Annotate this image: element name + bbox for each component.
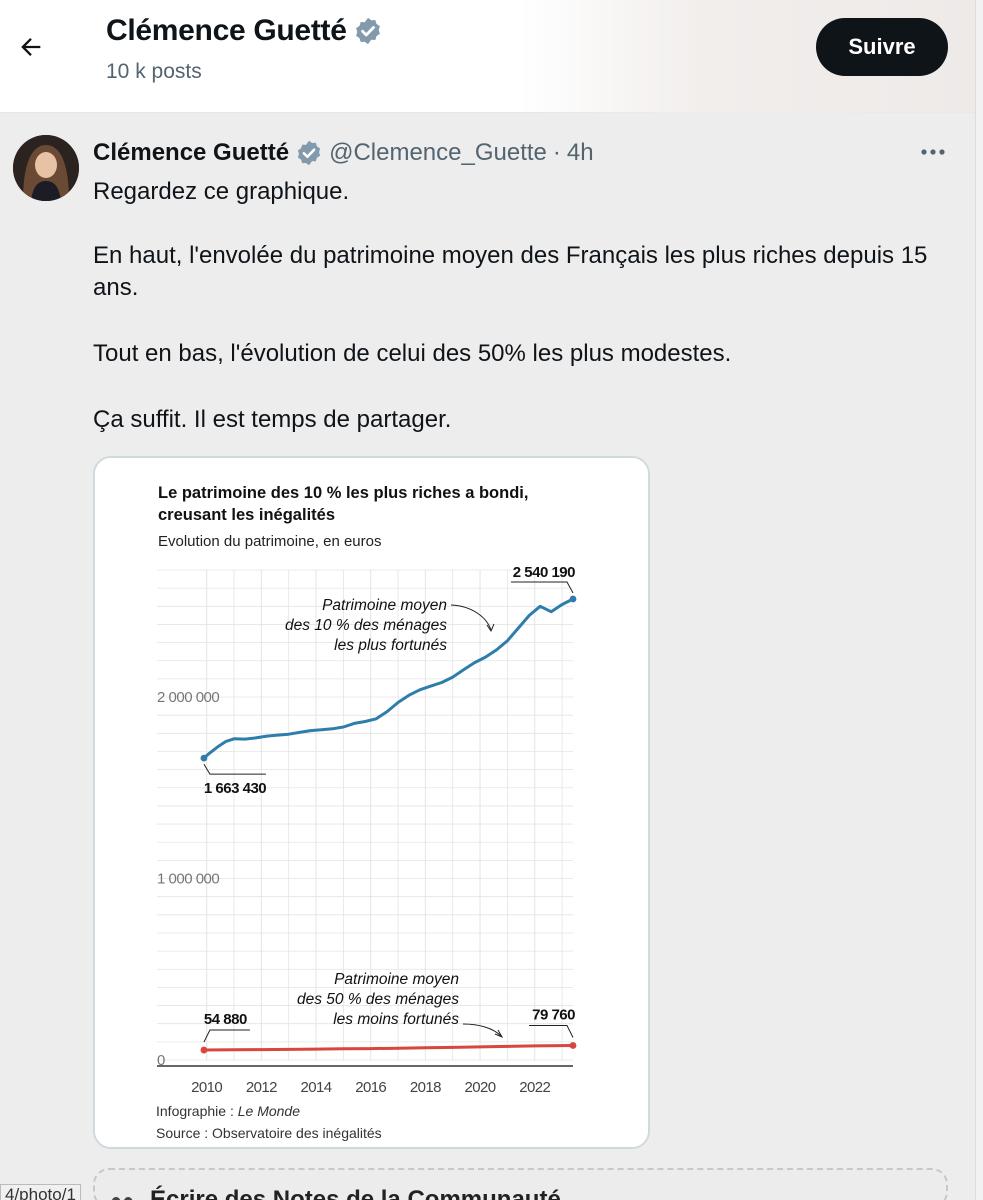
x-tick-label: 2012 [246,1079,277,1096]
series-name-label-bottom: les moins fortunés [333,1011,459,1028]
x-tick-label: 2020 [465,1079,496,1096]
tweet-header: Clémence Guetté @Clemence_Guette · 4h [93,136,594,170]
value-label-top-start: 1 663 430 [204,780,266,797]
y-tick-label: 0 [157,1052,165,1069]
community-notes-label: Écrire des Notes de la Communauté [150,1186,561,1200]
series-end-point [569,1042,577,1049]
chart-source: Source : Observatoire des inégalités [156,1125,382,1141]
chart-title-line-1: Le patrimoine des 10 % les plus riches a… [158,484,528,502]
tweet-paragraph: Ça suffit. Il est temps de partager. [93,406,452,433]
chart-credit-source: Le Monde [238,1103,300,1119]
series-start-point [200,1046,208,1054]
x-tick-label: 2018 [410,1079,441,1096]
tweet-paragraph: En haut, l'envolée du patrimoine moyen d… [93,242,928,301]
status-url-hint: 4/photo/1 [0,1184,81,1200]
y-tick-label: 2 000 000 [157,689,219,706]
chart-credit-prefix: Infographie : [156,1103,238,1119]
header-title-text: Clémence Guetté [106,14,347,47]
chart-credit: Infographie : Le Monde [156,1103,300,1119]
y-tick-label: 1 000 000 [157,871,219,888]
verified-badge-icon [297,140,321,166]
series-name-label-bottom: des 50 % des ménages [297,991,459,1008]
x-tick-label: 2010 [191,1079,222,1096]
x-tick-label: 2016 [355,1079,386,1096]
tweet-timestamp[interactable]: 4h [567,139,594,167]
author-name[interactable]: Clémence Guetté [93,139,289,167]
scrollbar[interactable] [975,0,983,1200]
more-dots-icon [921,149,945,155]
x-tick-label: 2014 [301,1079,332,1096]
profile-header: Clémence Guetté 10 k posts Suivre [0,0,975,113]
arrow-left-icon [21,38,41,56]
back-button[interactable] [12,28,50,66]
series-name-label-top: des 10 % des ménages [285,617,447,634]
avatar[interactable] [13,135,79,201]
chart-subtitle: Evolution du patrimoine, en euros [158,533,381,550]
chart: Le patrimoine des 10 % les plus riches a… [95,458,648,1147]
value-label-bottom-end: 79 760 [532,1007,575,1024]
x-tick-label: 2022 [519,1079,550,1096]
separator-dot: · [552,139,561,166]
series-name-label-top: Patrimoine moyen [322,597,447,614]
series-start-point [200,754,208,762]
post-count: 10 k posts [106,60,202,83]
more-options-button[interactable] [914,138,952,166]
tweet-paragraph: Regardez ce graphique. [93,178,350,205]
avatar-image [13,135,79,201]
series-name-label-bottom: Patrimoine moyen [334,971,459,988]
verified-badge-icon [355,17,380,45]
author-handle[interactable]: @Clemence_Guette [329,139,547,167]
value-label-top-end: 2 540 190 [513,564,575,581]
follow-button[interactable]: Suivre [816,18,948,76]
chart-title-line-2: creusant les inégalités [158,506,335,524]
tweet-media-image[interactable]: Le patrimoine des 10 % les plus riches a… [93,456,650,1149]
header-title: Clémence Guetté [106,14,383,48]
tweet-paragraph: Tout en bas, l'évolution de celui des 50… [93,340,732,367]
series-end-point [569,595,577,603]
value-label-bottom-start: 54 880 [204,1011,247,1028]
people-icon: ●● [110,1190,134,1200]
series-name-label-top: les plus fortunés [334,637,447,654]
